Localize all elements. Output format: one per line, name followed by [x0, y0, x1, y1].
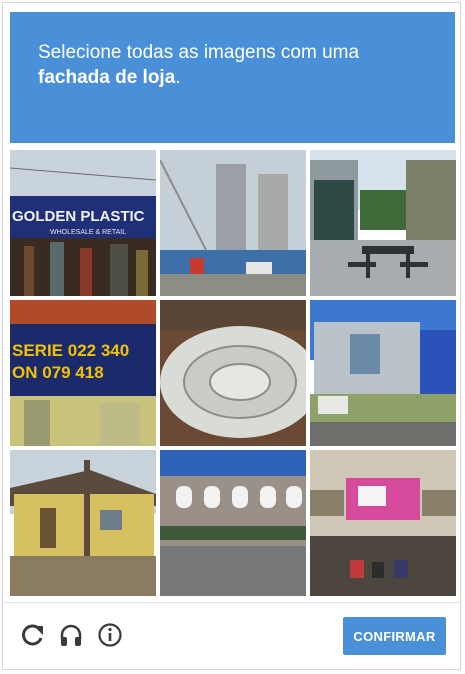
image-tile-4[interactable]: SERIE 022 340 ON 079 418	[10, 300, 156, 446]
prompt-line-1: Selecione todas as imagens com uma	[38, 42, 360, 63]
image-tile-3[interactable]	[310, 150, 456, 296]
image-tile-5[interactable]	[160, 300, 306, 446]
shop-sign-text: GOLDEN PLASTIC	[12, 208, 145, 225]
headphones-icon[interactable]	[56, 620, 86, 650]
reload-icon[interactable]	[18, 620, 48, 650]
prompt-line-2: fachada de loja.	[38, 65, 431, 90]
challenge-header: Selecione todas as imagens com uma facha…	[10, 12, 455, 143]
phone-sign-line1: SERIE 022 340	[12, 341, 129, 360]
image-tile-7[interactable]	[10, 450, 156, 596]
prompt-end: .	[175, 67, 181, 88]
shop-sign-subtext: WHOLESALE & RETAIL	[50, 229, 126, 236]
image-tile-6[interactable]	[310, 300, 456, 446]
footer-divider	[2, 602, 461, 603]
info-icon[interactable]	[95, 620, 125, 650]
image-tile-9[interactable]	[310, 450, 456, 596]
image-tile-2[interactable]	[160, 150, 306, 296]
phone-sign-line2: ON 079 418	[12, 363, 104, 382]
prompt-target: fachada de loja	[38, 67, 176, 88]
confirm-button[interactable]: CONFIRMAR	[343, 617, 446, 655]
image-tile-1[interactable]: GOLDEN PLASTIC WHOLESALE & RETAIL	[10, 150, 156, 296]
image-tile-8[interactable]	[160, 450, 306, 596]
